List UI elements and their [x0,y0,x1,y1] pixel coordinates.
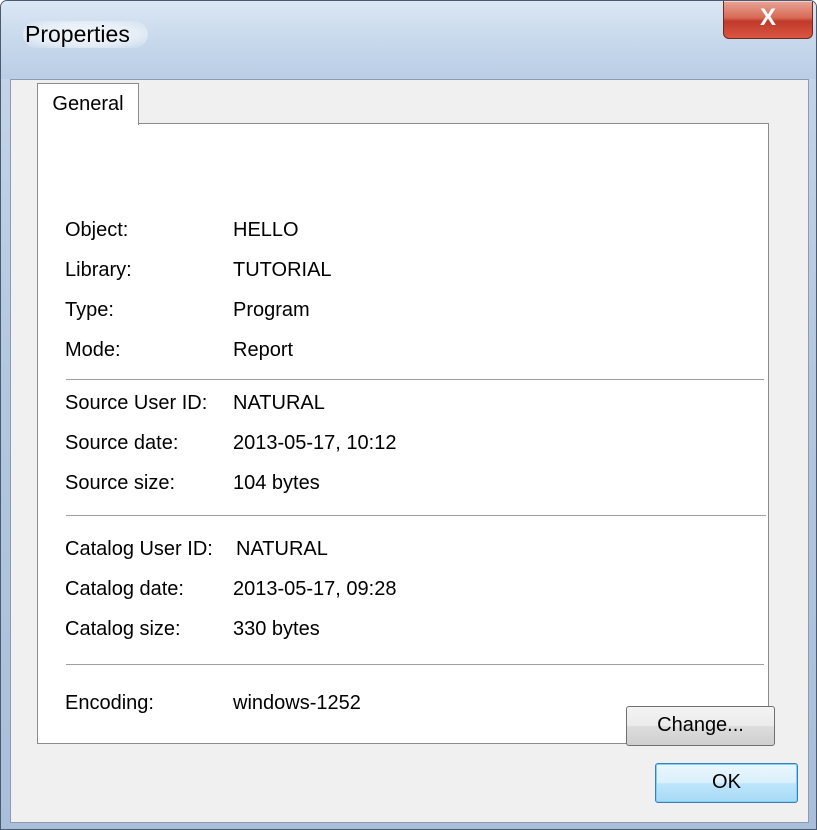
source-user-value: NATURAL [233,392,325,414]
catalog-user-value: NATURAL [236,538,328,560]
type-label: Type: [65,299,114,321]
encoding-value: windows-1252 [233,692,361,714]
close-icon: X [759,4,776,31]
properties-dialog: Properties X General Object: HELLO Libra… [0,0,817,830]
catalog-user-label: Catalog User ID: [65,538,213,560]
type-value: Program [233,299,310,321]
source-size-label: Source size: [65,472,176,494]
source-user-label: Source User ID: [65,392,208,414]
mode-label: Mode: [65,339,121,361]
separator-2 [66,515,766,517]
change-encoding-button[interactable]: Change... [626,706,775,746]
general-tab-panel: Object: HELLO Library: TUTORIAL Type: Pr… [37,123,775,746]
catalog-date-label: Catalog date: [65,578,184,600]
tab-general[interactable]: General [37,83,139,125]
separator-3 [66,664,764,666]
object-label: Object: [65,219,129,241]
close-button[interactable]: X [723,1,813,39]
source-date-label: Source date: [65,432,179,454]
mode-value: Report [233,339,294,361]
object-value: HELLO [233,219,299,241]
catalog-size-value: 330 bytes [233,618,320,640]
library-value: TUTORIAL [233,259,332,281]
window-title: Properties [23,21,148,48]
encoding-label: Encoding: [65,692,154,714]
source-date-value: 2013-05-17, 10:12 [233,432,397,454]
dialog-body: General Object: HELLO Library: TUTORIAL … [10,79,809,823]
title-bar[interactable]: Properties [1,1,816,79]
catalog-date-value: 2013-05-17, 09:28 [233,578,397,600]
ok-button[interactable]: OK [655,763,798,803]
separator-1 [66,379,764,381]
library-label: Library: [65,259,132,281]
catalog-size-label: Catalog size: [65,618,181,640]
source-size-value: 104 bytes [233,472,320,494]
